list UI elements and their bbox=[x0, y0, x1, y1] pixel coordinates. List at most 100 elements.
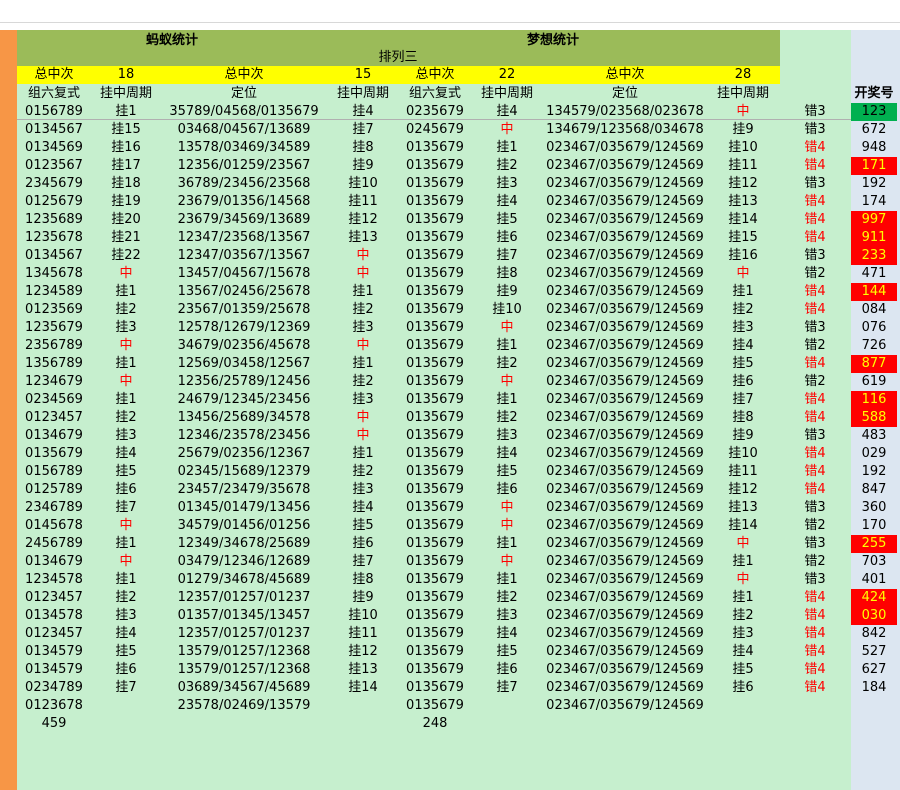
cell-period-left-2: 中 bbox=[356, 266, 370, 281]
cell-error-count: 错3 bbox=[804, 572, 826, 587]
right-total-value-2: 28 bbox=[734, 67, 752, 82]
cell-period-left-2: 挂10 bbox=[348, 176, 378, 191]
cell-group6-left: 1345678 bbox=[25, 266, 83, 281]
cell-group6-left: 0123457 bbox=[25, 590, 83, 605]
cell-error-count: 错4 bbox=[804, 662, 826, 677]
cell-group6-right: 0135679 bbox=[406, 356, 464, 371]
cell-position-left: 12357/01257/01237 bbox=[177, 590, 311, 605]
cell-draw-number: 184 bbox=[861, 680, 887, 695]
cell-group6-left: 0123457 bbox=[25, 626, 83, 641]
cell-error-count: 错4 bbox=[804, 212, 826, 227]
cell-error-count: 错2 bbox=[804, 338, 826, 353]
cell-position-right: 023467/035679/124569 bbox=[546, 608, 704, 623]
cell-period-right-1: 挂4 bbox=[496, 446, 518, 461]
cell-group6-right: 0135679 bbox=[406, 320, 464, 335]
cell-draw-number: 471 bbox=[861, 266, 887, 281]
cell-period-right-2: 挂1 bbox=[732, 554, 754, 569]
cell-error-count: 错3 bbox=[804, 248, 826, 263]
cell-position-left: 13457/04567/15678 bbox=[177, 266, 311, 281]
cell-draw-number: 847 bbox=[861, 482, 887, 497]
cell-period-left-2: 挂7 bbox=[352, 554, 374, 569]
cell-position-left: 23567/01359/25678 bbox=[177, 302, 311, 317]
cell-period-left-1: 挂3 bbox=[115, 428, 137, 443]
cell-error-count: 错3 bbox=[804, 536, 826, 551]
cell-period-left-1: 中 bbox=[119, 518, 133, 533]
col-header-position-right: 定位 bbox=[611, 86, 639, 101]
cell-group6-right: 0135679 bbox=[406, 572, 464, 587]
cell-period-right-2: 挂7 bbox=[732, 392, 754, 407]
cell-position-left: 13579/01257/12368 bbox=[177, 644, 311, 659]
cell-period-right-1: 挂1 bbox=[496, 140, 518, 155]
cell-period-left-2: 挂8 bbox=[352, 572, 374, 587]
cell-period-left-1: 挂18 bbox=[111, 176, 141, 191]
cell-group6-right: 0135679 bbox=[406, 446, 464, 461]
cell-group6-right: 0135679 bbox=[406, 590, 464, 605]
cell-period-left-2: 挂2 bbox=[352, 302, 374, 317]
cell-period-left-2: 挂1 bbox=[352, 356, 374, 371]
cell-group6-left: 0123567 bbox=[25, 158, 83, 173]
cell-period-left-2: 挂9 bbox=[352, 158, 374, 173]
cell-period-right-1: 挂2 bbox=[496, 410, 518, 425]
cell-group6-right: 0135679 bbox=[406, 212, 464, 227]
cell-period-left-1: 中 bbox=[119, 266, 133, 281]
cell-error-count: 错4 bbox=[804, 410, 826, 425]
cell-position-right: 023467/035679/124569 bbox=[546, 500, 704, 515]
cell-period-right-2: 挂5 bbox=[732, 356, 754, 371]
cell-period-left-2: 挂11 bbox=[348, 194, 378, 209]
cell-group6-right: 0135679 bbox=[406, 374, 464, 389]
cell-draw-number: 703 bbox=[861, 554, 887, 569]
cell-period-right-1: 挂5 bbox=[496, 644, 518, 659]
cell-position-right: 023467/035679/124569 bbox=[546, 554, 704, 569]
cell-period-right-1: 挂6 bbox=[496, 662, 518, 677]
cell-draw-number: 076 bbox=[861, 320, 887, 335]
sheet-sub-title: 排列三 bbox=[378, 50, 418, 65]
cell-period-right-2: 挂11 bbox=[728, 158, 758, 173]
cell-period-right-2: 挂10 bbox=[728, 446, 758, 461]
cell-position-left: 13456/25689/34578 bbox=[177, 410, 311, 425]
cell-position-left: 25679/02356/12367 bbox=[177, 446, 311, 461]
cell-draw-number: 116 bbox=[851, 391, 897, 409]
cell-position-left: 12578/12679/12369 bbox=[177, 320, 311, 335]
cell-group6-right: 0135679 bbox=[406, 482, 464, 497]
cell-period-right-1: 中 bbox=[500, 122, 514, 137]
cell-period-right-2: 挂4 bbox=[732, 644, 754, 659]
cell-period-left-1: 挂2 bbox=[115, 590, 137, 605]
cell-period-right-2: 挂9 bbox=[732, 428, 754, 443]
cell-error-count: 错4 bbox=[804, 158, 826, 173]
cell-period-right-1: 挂3 bbox=[496, 176, 518, 191]
col-header-group6-left: 组六复式 bbox=[27, 86, 81, 101]
cell-position-left: 12346/23578/23456 bbox=[177, 428, 311, 443]
cell-period-left-2: 挂2 bbox=[352, 464, 374, 479]
cell-position-right: 023467/035679/124569 bbox=[546, 158, 704, 173]
cell-period-left-2: 挂9 bbox=[352, 590, 374, 605]
cell-draw-number: 842 bbox=[861, 626, 887, 641]
cell-position-left: 01357/01345/13457 bbox=[177, 608, 311, 623]
cell-period-right-1: 中 bbox=[500, 518, 514, 533]
cell-position-left: 34579/01456/01256 bbox=[177, 518, 311, 533]
cell-error-count: 错3 bbox=[804, 500, 826, 515]
cell-position-left: 34679/02356/45678 bbox=[177, 338, 311, 353]
cell-group6-left: 0125789 bbox=[25, 482, 83, 497]
cell-group6-left: 1234589 bbox=[25, 284, 83, 299]
cell-position-right: 023467/035679/124569 bbox=[546, 320, 704, 335]
cell-period-right-1: 中 bbox=[500, 374, 514, 389]
cell-group6-left: 0156789 bbox=[25, 104, 83, 119]
cell-period-right-1: 挂6 bbox=[496, 230, 518, 245]
cell-period-left-1: 挂1 bbox=[115, 536, 137, 551]
cell-draw-number: 627 bbox=[861, 662, 887, 677]
cell-group6-right: 0135679 bbox=[406, 500, 464, 515]
cell-period-left-1: 挂3 bbox=[115, 608, 137, 623]
cell-period-right-2: 挂14 bbox=[728, 212, 758, 227]
cell-position-left: 03468/04567/13689 bbox=[177, 122, 311, 137]
cell-period-right-2: 中 bbox=[736, 104, 750, 119]
cell-position-left: 12347/03567/13567 bbox=[177, 248, 311, 263]
cell-period-left-2: 挂1 bbox=[352, 446, 374, 461]
cell-group6-right: 0235679 bbox=[406, 104, 464, 119]
cell-group6-left: 0123678 bbox=[25, 698, 83, 713]
cell-group6-right: 0135679 bbox=[406, 662, 464, 677]
cell-period-left-1: 挂20 bbox=[111, 212, 141, 227]
cell-draw-number: 997 bbox=[851, 211, 897, 229]
cell-draw-number: 527 bbox=[861, 644, 887, 659]
cell-group6-right: 0135679 bbox=[406, 428, 464, 443]
cell-group6-left: 1235689 bbox=[25, 212, 83, 227]
